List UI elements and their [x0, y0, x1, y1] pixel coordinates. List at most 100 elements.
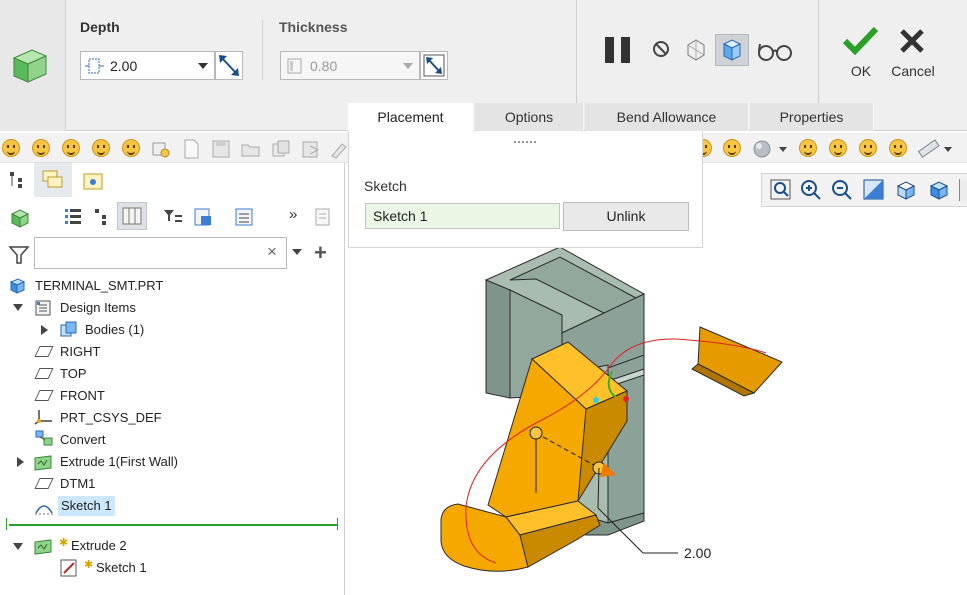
depth-value[interactable]: 2.00: [106, 58, 198, 74]
tree-show-icon[interactable]: [312, 206, 334, 228]
regenerate-icon[interactable]: [150, 138, 172, 160]
tree-item-dtm1[interactable]: DTM1: [60, 474, 95, 494]
search-field[interactable]: ×: [34, 237, 287, 269]
view-toolbar-overflow[interactable]: [959, 179, 967, 201]
unlink-button[interactable]: Unlink: [563, 202, 689, 231]
tree-item-sketch-1-child[interactable]: Sketch 1: [96, 558, 147, 578]
clear-search-icon[interactable]: ×: [267, 242, 277, 262]
tree-item-extrude-1[interactable]: Extrude 1(First Wall): [60, 452, 178, 472]
view-manager-icon[interactable]: [926, 177, 952, 203]
tree-item-bodies[interactable]: Bodies (1): [85, 320, 144, 340]
chevron-right-icon[interactable]: [17, 457, 24, 467]
tree-item-sketch-1[interactable]: Sketch 1: [58, 496, 115, 516]
measure-icon[interactable]: [917, 137, 941, 161]
panel-grip[interactable]: [514, 141, 536, 145]
new-file-icon[interactable]: [180, 138, 202, 160]
saved-orientations-icon[interactable]: [893, 177, 919, 203]
extrude-icon: [34, 455, 52, 471]
chevron-down-icon[interactable]: [198, 62, 208, 69]
smiley-icon[interactable]: [92, 139, 110, 157]
edit-icon[interactable]: [330, 138, 348, 160]
more-chevron-icon[interactable]: »: [289, 206, 297, 223]
tree-item-right[interactable]: RIGHT: [60, 342, 100, 362]
depth-label: Depth: [80, 19, 120, 35]
chevron-down-icon[interactable]: [944, 147, 952, 152]
open-icon[interactable]: [240, 138, 262, 160]
tab-properties[interactable]: Properties: [750, 103, 874, 131]
tab-placement[interactable]: Placement: [348, 103, 474, 131]
tree-columns-button[interactable]: [117, 202, 147, 230]
flip-thickness-button[interactable]: [420, 51, 448, 80]
cancel-label: Cancel: [891, 63, 935, 79]
tree-item-root[interactable]: TERMINAL_SMT.PRT: [35, 276, 163, 296]
chevron-right-icon[interactable]: [41, 325, 48, 335]
tree-item-top[interactable]: TOP: [60, 364, 87, 384]
smiley-icon[interactable]: [859, 139, 877, 157]
tab-options[interactable]: Options: [475, 103, 584, 131]
smiley-icon[interactable]: [723, 139, 741, 157]
no-preview-button[interactable]: [651, 39, 673, 61]
chevron-down-icon[interactable]: [779, 147, 787, 152]
thickness-input[interactable]: 0.80: [280, 51, 420, 80]
tab-bend-allowance[interactable]: Bend Allowance: [585, 103, 749, 131]
verify-button[interactable]: [757, 38, 793, 64]
new-feature-star-icon: ✱: [84, 559, 94, 571]
chevron-down-icon[interactable]: [13, 304, 23, 311]
sketch-icon: [35, 505, 53, 515]
flip-thickness-icon: [423, 54, 445, 77]
tree-item-csys[interactable]: PRT_CSYS_DEF: [60, 408, 162, 428]
tree-item-convert[interactable]: Convert: [60, 430, 106, 450]
smiley-icon[interactable]: [32, 139, 50, 157]
tree-settings-icon[interactable]: [192, 206, 214, 228]
chevron-down-icon[interactable]: [292, 249, 302, 255]
divider: [262, 20, 263, 80]
pause-button[interactable]: [603, 36, 633, 64]
tree-item-extrude-2[interactable]: Extrude 2: [71, 536, 127, 556]
geometry-preview-button[interactable]: [682, 35, 710, 63]
part-cube-icon[interactable]: [9, 207, 31, 229]
model-tree-tab-icon[interactable]: [8, 170, 26, 190]
smiley-icon[interactable]: [2, 139, 20, 157]
depth-input[interactable]: 2.00: [80, 51, 215, 80]
add-filter-icon[interactable]: +: [314, 240, 327, 266]
insert-indicator[interactable]: [9, 524, 337, 526]
chevron-down-icon[interactable]: [403, 62, 413, 69]
tree-item-front[interactable]: FRONT: [60, 386, 105, 406]
repaint-icon[interactable]: [861, 177, 887, 203]
layers-icon: [42, 170, 63, 188]
tree-expand-icon[interactable]: [90, 206, 112, 228]
save-icon[interactable]: [210, 138, 232, 160]
depth-type-icon[interactable]: [84, 56, 106, 76]
copy-icon[interactable]: [270, 138, 292, 160]
ok-button[interactable]: OK: [840, 25, 882, 85]
sketch-edit-icon: [60, 559, 77, 577]
smiley-icon[interactable]: [829, 139, 847, 157]
appearance-icon[interactable]: [752, 139, 772, 159]
feature-preview-button[interactable]: [715, 34, 749, 66]
feature-dashboard: Depth 2.00 Thickness 0.80 OK Cancel Plac…: [0, 0, 967, 131]
refit-icon[interactable]: [768, 177, 794, 203]
tree-item-design-items[interactable]: Design Items: [60, 298, 136, 318]
favorites-tab-icon[interactable]: [82, 170, 104, 192]
cancel-button[interactable]: Cancel: [888, 25, 938, 85]
smiley-icon[interactable]: [799, 139, 817, 157]
thickness-value[interactable]: 0.80: [306, 58, 403, 74]
convert-icon: [35, 430, 53, 446]
search-input[interactable]: [39, 242, 259, 264]
tree-filter-icon[interactable]: [162, 206, 184, 228]
zoom-in-icon[interactable]: [798, 177, 824, 203]
tree-list-icon[interactable]: [62, 206, 84, 228]
sketch-collector-field[interactable]: Sketch 1: [365, 203, 560, 229]
tree-details-icon[interactable]: [233, 206, 255, 228]
smiley-icon[interactable]: [62, 139, 80, 157]
csys-icon: [34, 410, 52, 425]
layers-tab[interactable]: [34, 163, 72, 197]
zoom-out-icon[interactable]: [829, 177, 855, 203]
paste-icon[interactable]: [300, 138, 322, 160]
filter-icon[interactable]: [8, 244, 30, 266]
depth-dimension-label[interactable]: 2.00: [684, 545, 711, 561]
flip-depth-button[interactable]: [215, 51, 243, 80]
chevron-down-icon[interactable]: [13, 543, 23, 550]
smiley-icon[interactable]: [889, 139, 907, 157]
smiley-icon[interactable]: [122, 139, 140, 157]
